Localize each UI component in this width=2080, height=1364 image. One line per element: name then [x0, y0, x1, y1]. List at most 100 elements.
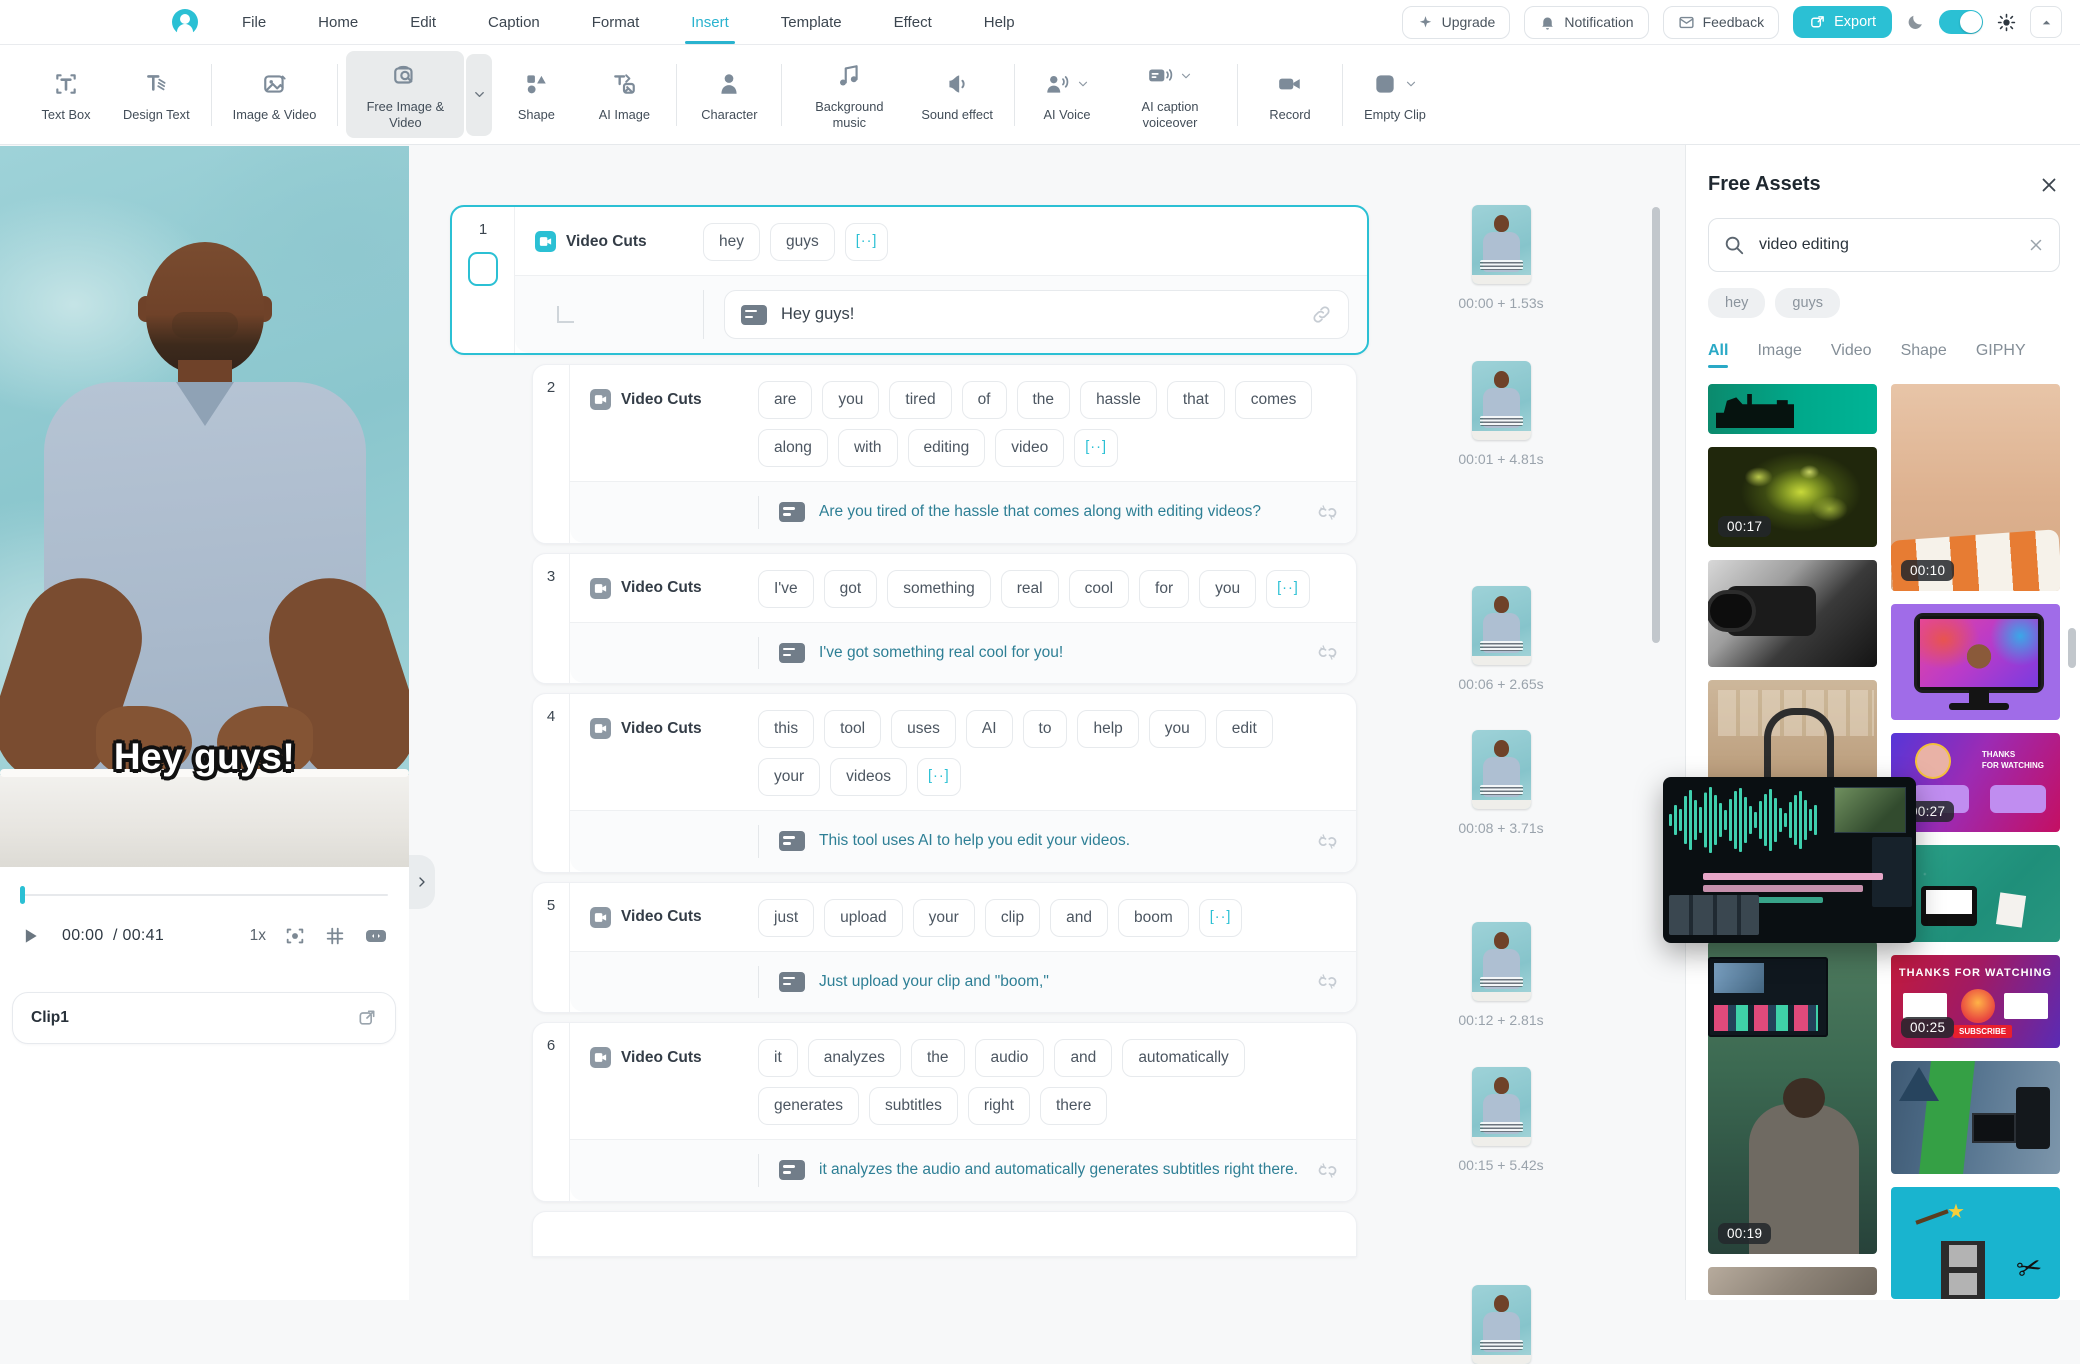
asset-thanks-subscribe-endcard[interactable]: THANKS FOR WATCHINGSUBSCRIBE00:25 [1891, 955, 2060, 1048]
menu-item-format[interactable]: Format [592, 0, 640, 44]
menu-item-help[interactable]: Help [984, 0, 1015, 44]
external-link-icon[interactable] [357, 1008, 377, 1028]
word-chip[interactable]: hassle [1080, 381, 1157, 419]
row-checkbox[interactable] [468, 252, 498, 286]
menu-item-edit[interactable]: Edit [410, 0, 436, 44]
word-chip[interactable]: that [1167, 381, 1225, 419]
word-chip[interactable]: automatically [1122, 1039, 1244, 1077]
upgrade-button[interactable]: Upgrade [1402, 6, 1511, 39]
scene-thumbnail-image[interactable] [1472, 922, 1531, 1001]
link-broken-icon[interactable] [1317, 502, 1338, 523]
menu-item-template[interactable]: Template [781, 0, 842, 44]
collapse-toolbar-button[interactable] [2030, 6, 2062, 38]
caption-text[interactable]: Are you tired of the hassle that comes a… [819, 496, 1261, 529]
close-icon[interactable] [2038, 174, 2060, 196]
word-chip[interactable]: the [911, 1039, 965, 1077]
word-chip[interactable]: hey [703, 223, 760, 261]
toolbar-sound-effect[interactable]: Sound effect [908, 59, 1006, 130]
toolbar-free-image-video[interactable]: Free Image & Video [346, 51, 464, 138]
word-chip[interactable]: there [1040, 1087, 1107, 1125]
word-chip[interactable]: you [1149, 710, 1206, 748]
playback-progress-bar[interactable] [20, 886, 388, 904]
word-chip[interactable]: along [758, 429, 828, 467]
scene-thumbnail-4[interactable]: 00:08 + 3.71s [1435, 730, 1567, 836]
word-chip[interactable]: the [1017, 381, 1071, 419]
menu-item-file[interactable]: File [242, 0, 266, 44]
word-chip[interactable]: just [758, 899, 814, 937]
asset-tablet-hands[interactable] [1708, 1267, 1877, 1295]
gap-chip[interactable]: [··] [1199, 899, 1243, 937]
gap-chip[interactable]: [··] [845, 223, 889, 261]
notification-button[interactable]: Notification [1524, 6, 1648, 39]
menu-item-insert[interactable]: Insert [691, 0, 729, 44]
word-chip[interactable]: upload [824, 899, 903, 937]
word-chip[interactable]: for [1139, 570, 1189, 608]
toolbar-image-video[interactable]: Image & Video [220, 59, 330, 130]
panel-collapse-tab[interactable] [409, 855, 435, 909]
free-image-video-dropdown[interactable] [466, 54, 492, 136]
scene-thumbnail-image[interactable] [1472, 730, 1531, 809]
caption-text[interactable]: I've got something real cool for you! [819, 637, 1063, 670]
timeline-row-3[interactable]: 3Video CutsI'vegotsomethingrealcoolforyo… [532, 553, 1357, 685]
word-chip[interactable]: your [913, 899, 975, 937]
word-chip[interactable]: audio [975, 1039, 1045, 1077]
toolbar-text-box[interactable]: Text Box [22, 59, 110, 130]
assets-tab-shape[interactable]: Shape [1901, 342, 1947, 368]
word-chip[interactable]: and [1050, 899, 1108, 937]
toolbar-empty-clip[interactable]: Empty Clip [1351, 59, 1439, 130]
gap-chip[interactable]: [··] [917, 758, 961, 796]
clip-card[interactable]: Clip1 [12, 992, 396, 1044]
chevron-down-icon[interactable] [1179, 69, 1193, 83]
search-tag-hey[interactable]: hey [1708, 288, 1765, 318]
asset-film-cut-illustration[interactable]: ★✂ [1891, 1187, 2060, 1299]
word-chip[interactable]: AI [966, 710, 1013, 748]
scene-thumbnail-1[interactable]: 00:00 + 1.53s [1435, 205, 1567, 311]
timeline-row-4[interactable]: 4Video CutsthistoolusesAItohelpyouedityo… [532, 693, 1357, 873]
aspect-ratio-icon[interactable] [364, 924, 388, 948]
export-button[interactable]: Export [1793, 6, 1892, 38]
word-chip[interactable]: guys [770, 223, 835, 261]
assets-scrollbar[interactable] [2068, 628, 2076, 668]
word-chip[interactable]: editing [908, 429, 986, 467]
word-chip[interactable]: video [995, 429, 1064, 467]
word-chip[interactable]: this [758, 710, 814, 748]
assets-tab-giphy[interactable]: GIPHY [1976, 342, 2026, 368]
word-chip[interactable]: it [758, 1039, 798, 1077]
feedback-button[interactable]: Feedback [1663, 6, 1779, 39]
toolbar-shape[interactable]: Shape [492, 59, 580, 130]
chevron-down-icon[interactable] [1404, 77, 1418, 91]
theme-toggle[interactable] [1939, 10, 1983, 34]
scene-thumbnail-7[interactable] [1435, 1285, 1567, 1364]
word-chip[interactable]: something [887, 570, 991, 608]
word-chip[interactable]: you [1199, 570, 1256, 608]
chevron-down-icon[interactable] [1076, 77, 1090, 91]
asset-monitor-social-media-girl[interactable] [1891, 604, 2060, 720]
snapshot-icon[interactable] [284, 925, 306, 947]
clear-search-icon[interactable] [2027, 236, 2045, 254]
toolbar-ai-image[interactable]: AI Image [580, 59, 668, 130]
word-chip[interactable]: tired [889, 381, 951, 419]
link-broken-icon[interactable] [1317, 831, 1338, 852]
search-tag-guys[interactable]: guys [1775, 288, 1840, 318]
playback-speed[interactable]: 1x [250, 927, 266, 945]
word-chip[interactable]: videos [830, 758, 907, 796]
scene-thumbnail-image[interactable] [1472, 1067, 1531, 1146]
assets-tab-image[interactable]: Image [1757, 342, 1801, 368]
asset-color-grading-editor-video[interactable]: 00:19 [1708, 941, 1877, 1254]
word-chip[interactable]: are [758, 381, 812, 419]
gap-chip[interactable]: [··] [1266, 570, 1310, 608]
word-chip[interactable]: edit [1216, 710, 1273, 748]
caption-text[interactable]: Just upload your clip and "boom," [819, 966, 1049, 999]
caption-text[interactable]: it analyzes the audio and automatically … [819, 1154, 1298, 1187]
grid-icon[interactable] [324, 925, 346, 947]
scene-thumbnail-2[interactable]: 00:01 + 4.81s [1435, 361, 1567, 467]
toolbar-record[interactable]: Record [1246, 59, 1334, 130]
menu-item-home[interactable]: Home [318, 0, 358, 44]
timeline-row-2[interactable]: 2Video Cutsareyoutiredofthehasslethatcom… [532, 364, 1357, 544]
link-broken-icon[interactable] [1317, 971, 1338, 992]
word-chip[interactable]: subtitles [869, 1087, 958, 1125]
word-chip[interactable]: got [824, 570, 878, 608]
timeline-row-1[interactable]: 1Video Cutsheyguys[··]Hey guys! [450, 205, 1369, 355]
word-chip[interactable]: analyzes [808, 1039, 901, 1077]
asset-abstract-fractal-video[interactable]: 00:17 [1708, 447, 1877, 547]
